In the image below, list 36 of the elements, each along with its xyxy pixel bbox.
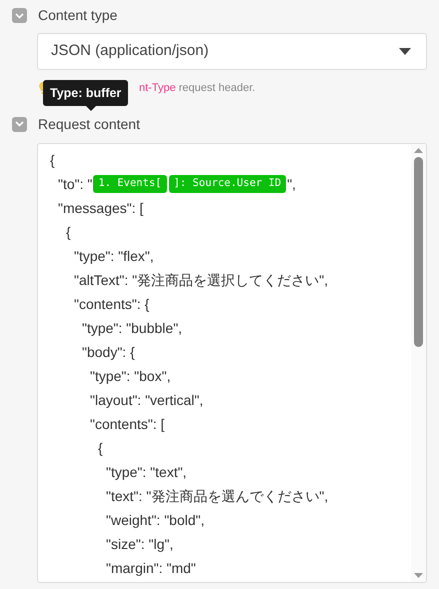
- code-text: "type": "bubble",: [82, 318, 182, 338]
- code-text: "contents": {: [74, 294, 150, 314]
- code-text: "messages": [: [58, 198, 144, 218]
- section-label: Content type: [38, 6, 118, 25]
- dropdown-caret-icon: [399, 48, 411, 55]
- collapse-toggle[interactable]: [12, 8, 27, 23]
- chevron-icon: [15, 121, 24, 127]
- code-text: "type": "flex",: [74, 246, 154, 266]
- code-text: ",: [287, 174, 296, 194]
- scrollbar[interactable]: [411, 144, 426, 582]
- tooltip-pointer-icon: [86, 106, 96, 111]
- code-text: {: [98, 438, 103, 458]
- code-text: "type": "text",: [106, 462, 187, 482]
- scroll-down-icon[interactable]: [414, 573, 423, 578]
- chevron-icon: [15, 12, 24, 18]
- code-text: "type": "box",: [90, 366, 171, 386]
- code-text: "contents": [: [90, 414, 165, 434]
- code-editor[interactable]: [37, 143, 427, 583]
- code-text: {: [66, 222, 71, 242]
- code-text: "weight": "bold",: [106, 510, 204, 530]
- scroll-up-icon[interactable]: [414, 148, 423, 153]
- code-text: "to": ": [58, 174, 92, 194]
- code-text: "body": {: [82, 342, 135, 362]
- code-text: "text": "発注商品を選んでください",: [106, 486, 328, 506]
- hint-text: nt-Type request header.: [139, 80, 256, 96]
- tooltip: Type: buffer: [43, 80, 128, 106]
- variable-pill[interactable]: ]: Source.User ID: [168, 175, 286, 193]
- code-text: "size": "lg",: [106, 534, 174, 554]
- collapse-toggle[interactable]: [12, 116, 27, 132]
- code-text: "layout": "vertical",: [90, 390, 204, 410]
- code-text: {: [50, 150, 55, 170]
- code-text: "margin": "md": [106, 558, 196, 578]
- section-label: Request content: [38, 114, 140, 134]
- code-text: "altText": "発注商品を選択してください",: [74, 270, 328, 290]
- content-type-select[interactable]: JSON (application/json): [37, 33, 427, 70]
- variable-pill[interactable]: 1. Events[: [93, 175, 167, 193]
